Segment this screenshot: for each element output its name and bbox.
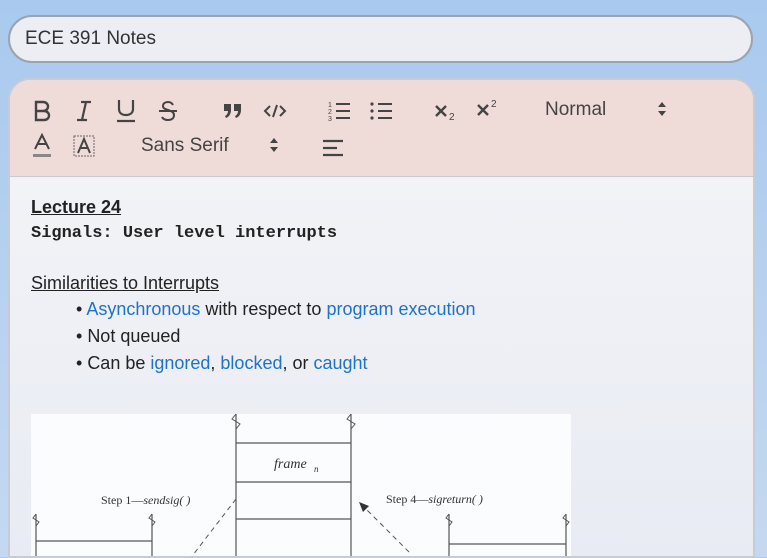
underline-icon [117, 100, 135, 123]
subscript-icon: 2 [435, 105, 455, 122]
highlighted-term: blocked [220, 353, 283, 373]
highlighted-term: ignored [150, 353, 211, 373]
background-color-button[interactable] [72, 132, 96, 160]
step1-label: Step 1—sendsig( ) [101, 493, 190, 507]
signal-diagram-image: frame n Step 1—sendsig( ) Step 4—sigretu… [31, 414, 571, 556]
ordered-list-button[interactable]: 1 2 3 [326, 96, 352, 126]
bullet-list: Asynchronous with respect to program exe… [31, 298, 753, 374]
highlight-icon [73, 135, 95, 157]
bullet-text: , or [282, 353, 314, 373]
superscript-icon: 2 [477, 99, 497, 116]
highlighted-term: program execution [326, 299, 476, 319]
text-color-icon [33, 133, 51, 157]
ordered-list-icon: 1 2 3 [328, 102, 350, 122]
blockquote-button[interactable] [220, 96, 246, 126]
lecture-subtitle: Signals: User level interrupts [31, 224, 338, 243]
italic-button[interactable] [72, 96, 96, 126]
header-size-label: Normal [545, 99, 607, 120]
subscript-button[interactable]: 2 [432, 96, 460, 126]
code-block-button[interactable] [262, 96, 288, 126]
bullet-text: Not queued [87, 326, 181, 346]
strike-button[interactable] [156, 96, 180, 126]
font-family-label: Sans Serif [141, 135, 229, 156]
align-left-icon [323, 139, 343, 157]
text-color-button[interactable] [30, 132, 54, 160]
bold-icon [34, 100, 51, 122]
lecture-heading: Lecture 24 [31, 197, 122, 217]
frame-label: frame [274, 457, 307, 472]
bullet-item: Can be ignored, blocked, or caught [76, 352, 753, 374]
step4-label: Step 4—sigreturn( ) [386, 492, 483, 506]
dropdown-arrows-icon [657, 100, 667, 124]
bullet-list-button[interactable] [368, 96, 394, 126]
svg-text:3: 3 [328, 116, 332, 122]
editor-content[interactable]: Lecture 24 Signals: User level interrupt… [10, 177, 753, 556]
quote-icon [224, 104, 241, 118]
superscript-button[interactable]: 2 [474, 94, 502, 124]
highlighted-term: caught [313, 353, 368, 373]
frame-subscript: n [314, 464, 319, 474]
dropdown-arrows-icon [269, 136, 279, 160]
font-family-select[interactable]: Sans Serif [141, 135, 278, 157]
note-title-text: ECE 391 Notes [25, 28, 156, 49]
bullet-text: , [210, 353, 221, 373]
strikethrough-icon [159, 100, 177, 122]
svg-text:2: 2 [328, 109, 332, 116]
svg-text:2: 2 [449, 112, 455, 122]
bullet-item: Not queued [76, 325, 753, 347]
note-title-input[interactable]: ECE 391 Notes [8, 15, 753, 63]
underline-button[interactable] [114, 96, 138, 126]
rich-text-editor: 1 2 3 2 2 Normal Sans Serif Lecture 24 S… [8, 78, 755, 558]
code-icon [263, 104, 287, 118]
bullet-list-icon [370, 102, 392, 120]
bold-button[interactable] [30, 96, 54, 126]
highlighted-term: Asynchronous [86, 299, 201, 319]
editor-toolbar: 1 2 3 2 2 Normal Sans Serif [10, 80, 753, 177]
section-heading: Similarities to Interrupts [31, 273, 220, 293]
bullet-text: with respect to [200, 299, 327, 319]
header-size-select[interactable]: Normal [545, 99, 666, 121]
svg-text:1: 1 [328, 102, 332, 109]
align-button[interactable] [320, 134, 346, 162]
svg-text:2: 2 [491, 99, 497, 110]
bullet-item: Asynchronous with respect to program exe… [76, 298, 753, 320]
bullet-text: Can be [87, 353, 151, 373]
italic-icon [77, 100, 91, 122]
